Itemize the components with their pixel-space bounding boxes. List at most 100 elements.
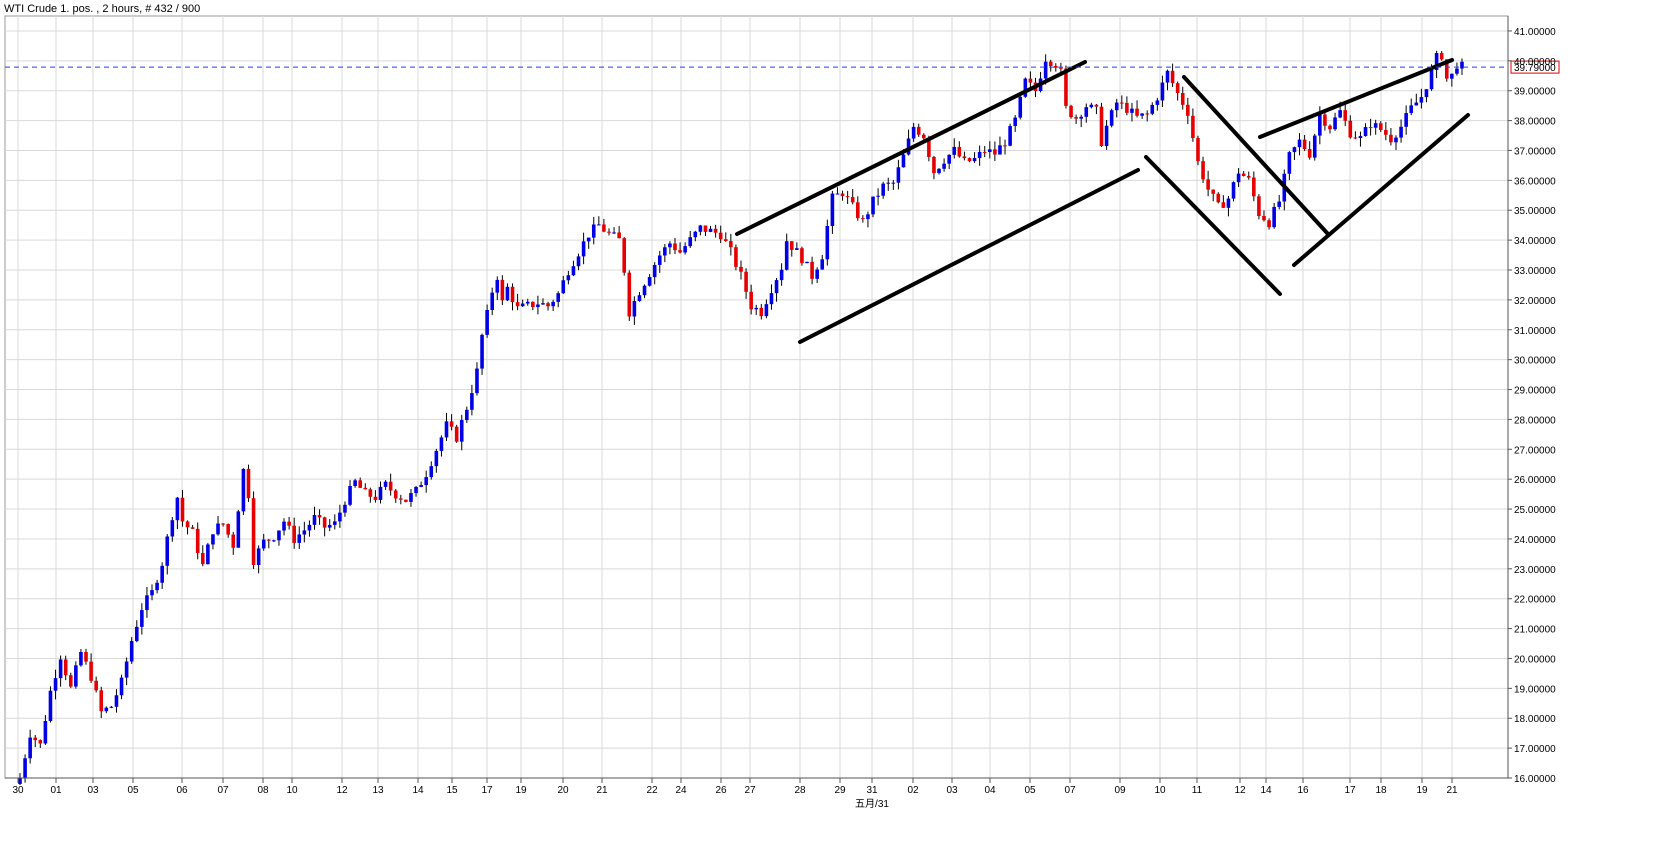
candle-body (942, 163, 946, 169)
candle-body (855, 202, 860, 219)
candle-body (1246, 175, 1251, 178)
candle-body (1318, 114, 1322, 136)
candle-body (703, 225, 708, 232)
candle-body (1084, 107, 1089, 117)
candle-body (713, 228, 718, 233)
x-tick-label: 10 (1154, 785, 1166, 796)
candle-body (739, 266, 743, 272)
y-tick-label: 18.00000 (1514, 714, 1556, 725)
candle-body (1140, 113, 1144, 116)
candle-body (1267, 220, 1271, 228)
candle-body (343, 504, 347, 513)
candle-body (1094, 104, 1099, 107)
plot-frame (4, 15, 1509, 779)
candle-body (795, 248, 799, 250)
candle-body (861, 218, 865, 220)
candle-body (68, 675, 73, 687)
candle-body (470, 393, 474, 410)
candle-body (414, 486, 418, 494)
candle-body (571, 266, 576, 276)
candle-body (835, 193, 840, 195)
candle-body (99, 690, 104, 712)
y-axis: 16.00000 17.00000 18.00000 19.00000 20.00000… (1507, 16, 1556, 785)
candle-body (531, 301, 535, 308)
x-tick-label: 21 (1446, 785, 1458, 796)
candle-body (515, 302, 520, 307)
x-tick-label: 28 (794, 785, 806, 796)
candle-body (449, 421, 454, 427)
candle-body (551, 301, 555, 307)
candle-body (1079, 116, 1083, 119)
candle-body (1130, 108, 1134, 113)
candle-body (429, 466, 434, 478)
candle-body (170, 520, 175, 537)
x-tick-label: 18 (1375, 785, 1387, 796)
candle-body (561, 280, 566, 294)
candle-body (1414, 102, 1419, 106)
candle-body (424, 477, 428, 486)
x-tick-label: 03 (87, 785, 99, 796)
candle-body (180, 497, 185, 522)
y-tick-label: 16.00000 (1514, 774, 1556, 785)
x-tick-label: 19 (1416, 785, 1428, 796)
candle-body (1358, 136, 1363, 139)
candle-body (459, 420, 464, 442)
candle-body (708, 228, 713, 232)
candle-body (591, 224, 596, 238)
candle-body (266, 539, 271, 541)
candle-body (256, 548, 261, 565)
candle-body (1125, 102, 1129, 113)
candle-body (1186, 104, 1190, 116)
candle-body (1389, 134, 1393, 143)
candle-body (896, 167, 901, 183)
candle-body (698, 225, 703, 232)
candle-body (937, 168, 941, 174)
candle-body (1160, 82, 1165, 101)
candle-body (1013, 117, 1017, 126)
candle-body (378, 486, 383, 500)
x-tick-label: 16 (1297, 785, 1309, 796)
candle-body (1419, 97, 1424, 103)
candle-body (216, 523, 220, 535)
candle-body (1312, 135, 1317, 158)
candle-body (1003, 145, 1007, 147)
candle-body (434, 450, 439, 467)
candle-body (1252, 177, 1256, 197)
candle-body (1353, 137, 1358, 139)
x-tick-label: 13 (372, 785, 384, 796)
candle-body (1409, 105, 1414, 114)
candle-body (622, 238, 627, 273)
candle-body (1165, 70, 1170, 83)
candle-body (1384, 129, 1388, 135)
candle-body (221, 523, 225, 525)
candle-body (1292, 147, 1297, 153)
candle-body (1175, 83, 1180, 93)
candle-body (190, 527, 195, 529)
candle-body (338, 512, 342, 522)
candle-body (916, 126, 921, 135)
candle-body (1170, 70, 1175, 84)
y-tick-label: 22.00000 (1514, 595, 1556, 606)
candle-body (1135, 108, 1139, 116)
candle-body (211, 534, 215, 545)
candle-body (150, 590, 154, 596)
candle-body (1328, 125, 1332, 130)
candle-body (779, 269, 784, 281)
candle-body (871, 196, 875, 215)
candle-body (647, 277, 652, 286)
candle-body (759, 307, 764, 317)
candle-body (1450, 73, 1454, 79)
candle-body (1404, 113, 1408, 127)
candle-body (1221, 202, 1226, 208)
x-tick-label: 05 (1024, 785, 1036, 796)
candle-body (317, 515, 322, 518)
candle-body (520, 303, 525, 307)
candle-body (1394, 137, 1398, 143)
candle-body (18, 778, 22, 784)
candle-body (881, 183, 885, 196)
candle-body (637, 295, 642, 302)
candle-body (302, 530, 307, 535)
x-sub-label: 五月/31 (855, 798, 889, 810)
candle-body (465, 409, 469, 421)
candle-body (409, 493, 413, 502)
